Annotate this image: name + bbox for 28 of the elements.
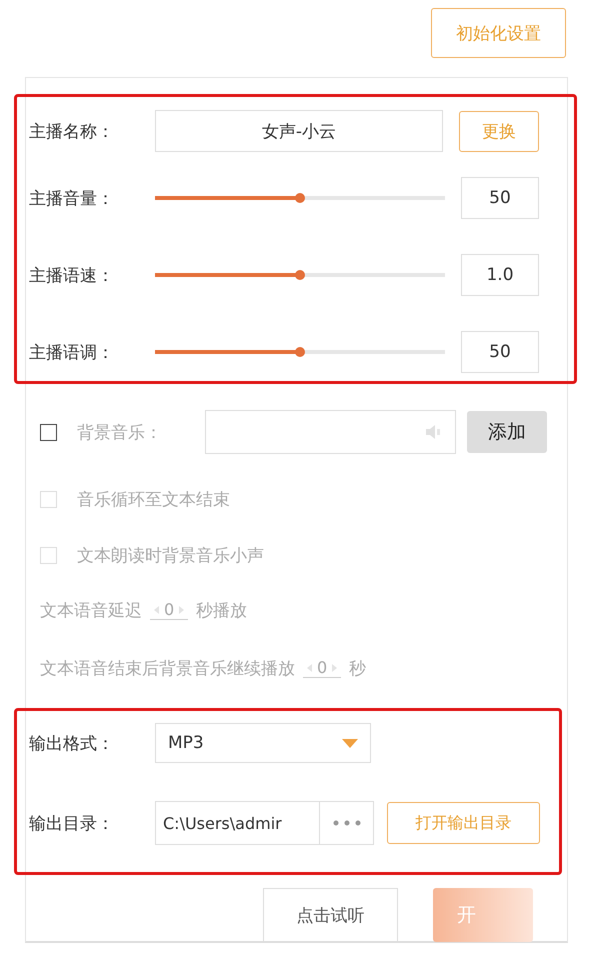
delay-label: 文本语音结束后背景音乐继续播放 (40, 658, 295, 680)
format-dropdown[interactable]: MP3 (155, 723, 371, 763)
slider[interactable] (155, 196, 445, 200)
value-field[interactable]: 1.0 (461, 254, 539, 296)
field-label: 主播语速： (29, 264, 115, 286)
option-label: 文本朗读时背景音乐小声 (77, 544, 264, 566)
value-field[interactable]: 50 (461, 331, 539, 373)
field-label: 背景音乐： (77, 422, 163, 444)
field-label: 主播音量： (29, 188, 115, 210)
unit-label: 秒 (349, 658, 366, 680)
slider[interactable] (155, 273, 445, 277)
output-path-field[interactable]: C:\Users\admir (155, 801, 320, 845)
field-label: 主播名称： (29, 120, 115, 142)
dropdown-arrow-icon (342, 738, 358, 748)
slider[interactable] (155, 350, 445, 354)
more-icon (332, 820, 360, 826)
option-label: 音乐循环至文本结束 (77, 488, 230, 510)
field-label: 主播语调： (29, 342, 115, 364)
preview-button[interactable]: 点击试听 (263, 888, 398, 942)
anchor-name-field[interactable]: 女声-小云 (155, 110, 443, 152)
speaker-icon (425, 425, 441, 439)
browse-button[interactable] (320, 801, 374, 845)
field-label: 输出格式： (29, 732, 115, 754)
value-field[interactable]: 50 (461, 177, 539, 219)
music-file-field[interactable] (205, 410, 456, 454)
delay-label: 文本语音延迟 (40, 600, 142, 622)
unit-label: 秒播放 (196, 600, 248, 622)
field-label: 输出目录： (29, 812, 115, 834)
